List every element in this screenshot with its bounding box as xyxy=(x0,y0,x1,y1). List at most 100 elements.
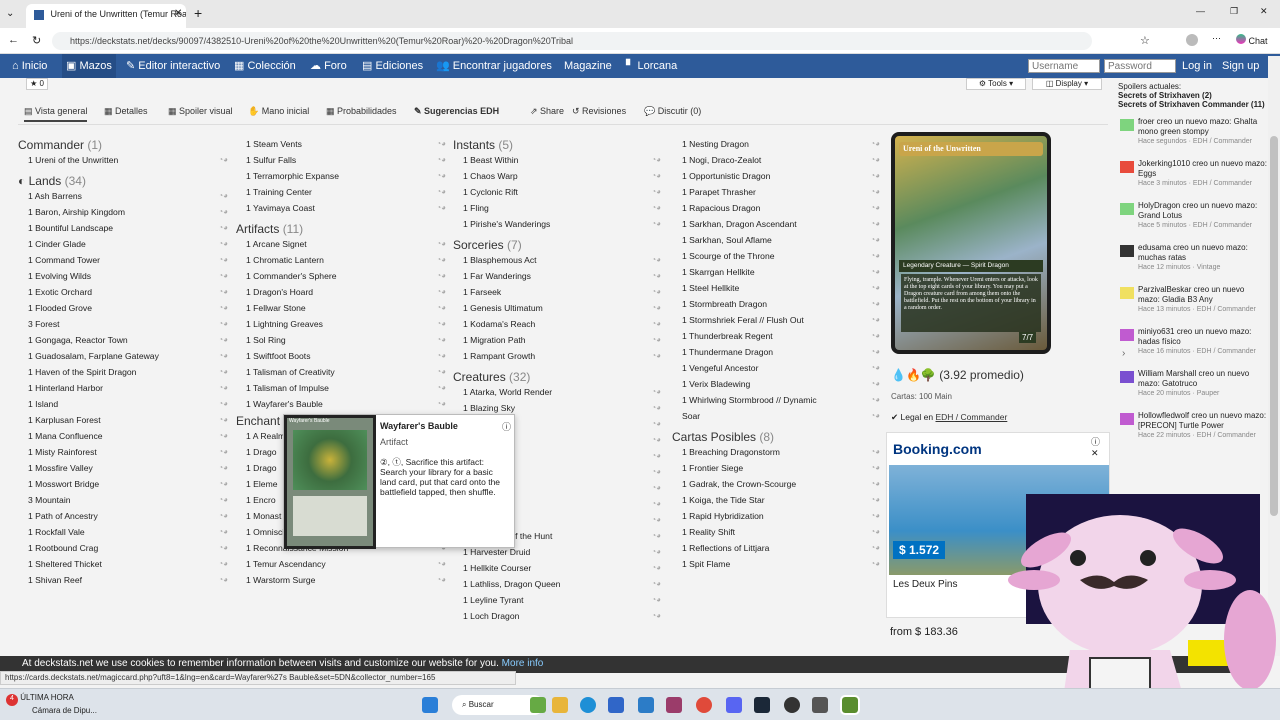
card-row[interactable]: 1 Far Wanderings ◔◕ xyxy=(453,268,661,284)
card-row[interactable]: 1 Evolving Wilds ◔◕ xyxy=(18,268,228,284)
tab-list-icon[interactable]: ⌄ xyxy=(6,8,14,19)
card-row[interactable]: 1 Karplusan Forest ◔◕ xyxy=(18,412,228,428)
card-row[interactable]: 1 Island ◔◕ xyxy=(18,396,228,412)
card-row[interactable]: 1 Misty Rainforest ◔◕ xyxy=(18,444,228,460)
card-row[interactable]: 1 Command Tower ◔◕ xyxy=(18,252,228,268)
nav-coleccion[interactable]: ▦ Colección xyxy=(230,54,300,78)
subtab-share[interactable]: ⇗ Share xyxy=(530,100,564,122)
app-icon[interactable] xyxy=(666,697,682,713)
commander-card-image[interactable]: Ureni of the Unwritten Legendary Creatur… xyxy=(891,132,1051,354)
card-row[interactable]: 1 Atarka, World Render ◔◕ xyxy=(453,384,661,400)
card-row[interactable]: 1 Skarrgan Hellkite ◔◕ xyxy=(672,264,880,280)
card-row[interactable]: 1 Rampant Growth ◔◕ xyxy=(453,348,661,364)
more-icon[interactable]: ⋯ xyxy=(1212,33,1221,44)
restore-icon[interactable]: ❐ xyxy=(1230,6,1238,17)
card-row[interactable]: 1 Steel Hellkite ◔◕ xyxy=(672,280,880,296)
back-icon[interactable]: ← xyxy=(8,34,19,46)
card-row[interactable]: 1 Pirishe's Wanderings ◔◕ xyxy=(453,216,661,232)
card-row[interactable]: 3 Forest ◔◕ xyxy=(18,316,228,332)
card-row[interactable]: 1 Scourge of the Throne ◔◕ xyxy=(672,248,880,264)
login-button[interactable]: Log in xyxy=(1178,54,1216,78)
signup-button[interactable]: Sign up xyxy=(1218,54,1263,78)
card-row[interactable]: 1 Exotic Orchard ◔◕ xyxy=(18,284,228,300)
outlook-icon[interactable] xyxy=(638,697,654,713)
nav-foro[interactable]: ☁ Foro xyxy=(306,54,351,78)
card-row[interactable]: 1 Genesis Ultimatum ◔◕ xyxy=(453,300,661,316)
card-row[interactable]: 1 Vengeful Ancestor ◔◕ xyxy=(672,360,880,376)
start-icon[interactable] xyxy=(422,697,438,713)
edge-icon[interactable] xyxy=(580,697,596,713)
subtab-spoiler[interactable]: ▦ Spoiler visual xyxy=(168,100,233,122)
card-row[interactable]: 1 Breaching Dragonstorm ◔◕ xyxy=(672,444,880,460)
card-row[interactable]: 1 Stormbreath Dragon ◔◕ xyxy=(672,296,880,312)
card-row[interactable]: 1 Cyclonic Rift ◔◕ xyxy=(453,184,661,200)
card-row[interactable]: 1 Haven of the Spirit Dragon ◔◕ xyxy=(18,364,228,380)
card-row[interactable]: 1 Commander's Sphere ◔◕ xyxy=(236,268,446,284)
card-row[interactable]: Soar ◔◕ xyxy=(672,408,880,424)
card-row[interactable]: 1 Farseek ◔◕ xyxy=(453,284,661,300)
display-button[interactable]: ◫ Display ▾ xyxy=(1032,78,1102,90)
card-row[interactable]: 1 Swiftfoot Boots ◔◕ xyxy=(236,348,446,364)
card-row[interactable]: 1 Talisman of Creativity ◔◕ xyxy=(236,364,446,380)
card-row[interactable]: 1 Shivan Reef ◔◕ xyxy=(18,572,228,588)
legal-link[interactable]: EDH / Commander xyxy=(936,412,1008,422)
card-row[interactable]: 1 Mossfire Valley ◔◕ xyxy=(18,460,228,476)
password-input[interactable] xyxy=(1104,59,1176,73)
card-row[interactable]: 1 Whirlwing Stormbrood // Dynamic ◔◕ xyxy=(672,392,880,408)
card-row[interactable]: 1 Warstorm Surge ◔◕ xyxy=(236,572,446,588)
discord-icon[interactable] xyxy=(726,697,742,713)
card-row[interactable]: 1 Leyline Tyrant ◔◕ xyxy=(453,592,661,608)
card-row[interactable]: 1 Verix Bladewing ◔◕ xyxy=(672,376,880,392)
card-row[interactable]: 1 Wayfarer's Bauble ◔◕ xyxy=(236,396,446,412)
card-row[interactable]: 1 Yavimaya Coast ◔◕ xyxy=(236,200,446,216)
card-row[interactable]: 1 Reflections of Littjara ◔◕ xyxy=(672,540,880,556)
card-row[interactable]: 1 Sol Ring ◔◕ xyxy=(236,332,446,348)
card-row[interactable]: 1 Sarkhan, Soul Aflame ◔◕ xyxy=(672,232,880,248)
card-row[interactable]: 1 Hinterland Harbor ◔◕ xyxy=(18,380,228,396)
card-row[interactable]: 1 Parapet Thrasher ◔◕ xyxy=(672,184,880,200)
card-row[interactable]: 1 Loch Dragon ◔◕ xyxy=(453,608,661,624)
card-row[interactable]: 1 Path of Ancestry ◔◕ xyxy=(18,508,228,524)
username-input[interactable] xyxy=(1028,59,1100,73)
card-row[interactable]: 1 Fling ◔◕ xyxy=(453,200,661,216)
chat-button[interactable]: Chat xyxy=(1236,34,1268,46)
card-row[interactable]: 1 Mana Confluence ◔◕ xyxy=(18,428,228,444)
feed-item[interactable]: miniyo631 creo un nuevo mazo: hadas físi… xyxy=(1118,327,1268,369)
card-row[interactable]: 1 Baron, Airship Kingdom ◔◕ xyxy=(18,204,228,220)
subtab-vista-general[interactable]: ▤ Vista general xyxy=(24,100,88,122)
subtab-revisiones[interactable]: ↺ Revisiones xyxy=(572,100,626,122)
card-row[interactable]: 1 Ash Barrens ◔◕ xyxy=(18,188,228,204)
feed-item[interactable]: froer creo un nuevo mazo: Ghalta mono gr… xyxy=(1118,117,1268,159)
nav-lorcana[interactable]: ▘ Lorcana xyxy=(622,54,681,78)
card-row[interactable]: 1 Sarkhan, Dragon Ascendant ◔◕ xyxy=(672,216,880,232)
url-input[interactable]: https://deckstats.net/decks/90097/438251… xyxy=(52,32,1092,50)
card-row[interactable]: 1 Thunderbreak Regent ◔◕ xyxy=(672,328,880,344)
subtab-detalles[interactable]: ▦ Detalles xyxy=(104,100,148,122)
subtab-mano[interactable]: ✋ Mano inicial xyxy=(248,100,309,122)
chrome-icon[interactable] xyxy=(696,697,712,713)
feed-item[interactable]: Hollowfledwolf creo un nuevo mazo: [PREC… xyxy=(1118,411,1268,453)
card-row[interactable]: 1 Dragon's Hoard ◔◕ xyxy=(236,284,446,300)
subtab-probabilidades[interactable]: ▦ Probabilidades xyxy=(326,100,397,122)
card-row[interactable]: 1 Mosswort Bridge ◔◕ xyxy=(18,476,228,492)
feed-item[interactable]: Jokerking1010 creo un nuevo mazo: Eggs Ha… xyxy=(1118,159,1268,201)
card-row[interactable]: 1 Rapid Hybridization ◔◕ xyxy=(672,508,880,524)
card-row[interactable]: 1 Kodama's Reach ◔◕ xyxy=(453,316,661,332)
card-row[interactable]: 1 Gongaga, Reactor Town ◔◕ xyxy=(18,332,228,348)
card-row[interactable]: 1 Rockfall Vale ◔◕ xyxy=(18,524,228,540)
minecraft-icon[interactable] xyxy=(840,695,860,715)
minimize-icon[interactable]: — xyxy=(1196,6,1205,16)
record-icon[interactable] xyxy=(784,697,800,713)
tools-button[interactable]: ⚙ Tools ▾ xyxy=(966,78,1026,90)
feed-item[interactable]: HolyDragon creo un nuevo mazo: Grand Lot… xyxy=(1118,201,1268,243)
card-row[interactable]: 1 Chromatic Lantern ◔◕ xyxy=(236,252,446,268)
card-row[interactable]: 1 Spit Flame ◔◕ xyxy=(672,556,880,572)
feed-item[interactable]: edusama creo un nuevo mazo: muchas ratas… xyxy=(1118,243,1268,285)
card-row[interactable]: 1 Terramorphic Expanse ◔◕ xyxy=(236,168,446,184)
nav-encontrar[interactable]: 👥 Encontrar jugadores xyxy=(432,54,556,78)
sidebar-toggle-icon[interactable]: › xyxy=(1122,348,1125,359)
card-row[interactable]: 1 Koiga, the Tide Star ◔◕ xyxy=(672,492,880,508)
spoiler-link[interactable]: Secrets of Strixhaven (2) xyxy=(1118,91,1268,100)
browser-tab[interactable]: Ureni of the Unwritten (Temur Roa xyxy=(26,4,186,28)
card-row[interactable]: 1 Thundermane Dragon ◔◕ xyxy=(672,344,880,360)
